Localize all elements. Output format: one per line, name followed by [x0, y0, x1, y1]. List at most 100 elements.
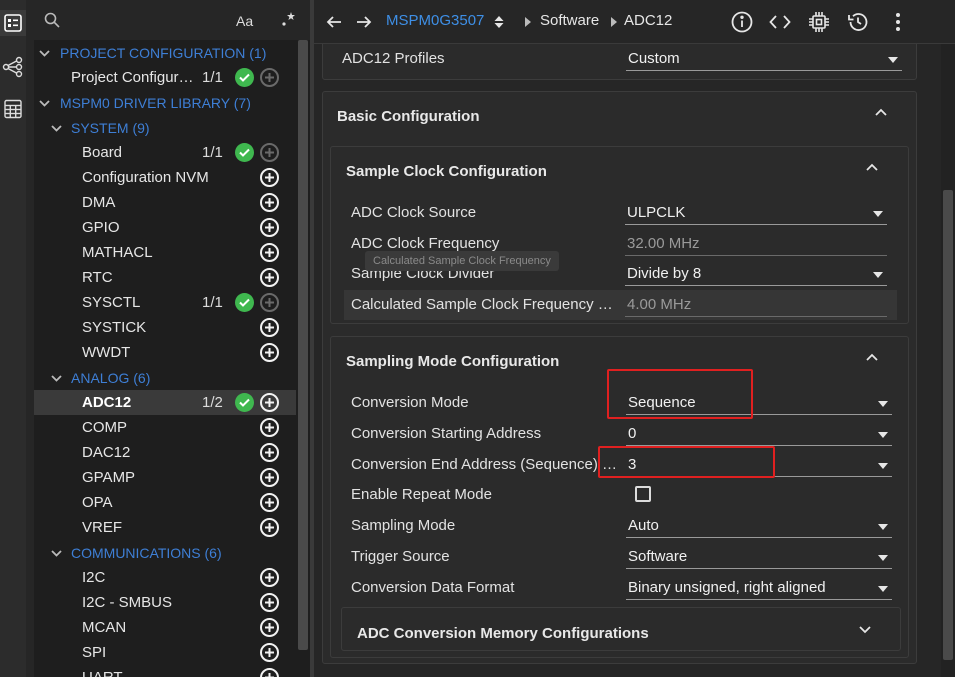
tree-item-i2c[interactable]: I2C: [34, 565, 296, 590]
tree-item-wwdt[interactable]: WWDT: [34, 340, 296, 365]
tree-category-communications-6[interactable]: COMMUNICATIONS (6): [34, 540, 296, 565]
back-arrow-icon[interactable]: [322, 10, 346, 34]
history-icon[interactable]: [846, 10, 870, 34]
tree-item-comp[interactable]: COMP: [34, 415, 296, 440]
sort-updown-icon[interactable]: [492, 10, 506, 34]
add-circle-icon[interactable]: [260, 618, 279, 637]
basic-config-title: Basic Configuration: [337, 108, 480, 125]
calculator-icon[interactable]: [0, 96, 26, 122]
add-circle-icon[interactable]: [260, 193, 279, 212]
tree-item-project-configur[interactable]: Project Configur… 1/1: [34, 65, 296, 90]
sample-clock-divider-dropdown[interactable]: Divide by 8: [625, 262, 887, 286]
tree-item-systick[interactable]: SYSTICK: [34, 315, 296, 340]
main-scrollbar-thumb[interactable]: [943, 190, 953, 660]
match-case-button[interactable]: Aa: [236, 13, 253, 29]
add-circle-icon[interactable]: [260, 268, 279, 287]
tree-item-board[interactable]: Board 1/1: [34, 140, 296, 165]
conversion-data-format-dropdown[interactable]: Binary unsigned, right aligned: [626, 576, 892, 600]
add-circle-icon[interactable]: [260, 568, 279, 587]
breadcrumb-software[interactable]: Software: [540, 12, 599, 29]
profiles-label: ADC12 Profiles: [342, 50, 445, 67]
add-circle-icon[interactable]: [260, 168, 279, 187]
tree-item-label: SYSTICK: [82, 319, 147, 336]
top-toolbar: MSPM0G3507 Software ADC12: [314, 0, 955, 44]
add-circle-icon[interactable]: [260, 468, 279, 487]
conversion-start-address-label: Conversion Starting Address: [351, 425, 542, 442]
device-selector[interactable]: MSPM0G3507: [386, 12, 484, 29]
add-circle-icon[interactable]: [260, 143, 279, 162]
activity-bar: [0, 0, 26, 677]
expand-chevron-icon[interactable]: [38, 97, 50, 109]
add-circle-icon[interactable]: [260, 443, 279, 462]
add-circle-icon[interactable]: [260, 343, 279, 362]
more-vertical-icon[interactable]: [886, 10, 910, 34]
instance-count: 1/2: [202, 394, 223, 411]
config-content: ADC12 Profiles Custom Basic Configuratio…: [314, 44, 941, 677]
add-circle-icon[interactable]: [260, 318, 279, 337]
expand-chevron-icon[interactable]: [858, 623, 872, 637]
add-circle-icon[interactable]: [260, 518, 279, 537]
tree-item-rtc[interactable]: RTC: [34, 265, 296, 290]
tree-item-adc12[interactable]: ADC12 1/2: [34, 390, 296, 415]
add-circle-icon[interactable]: [260, 218, 279, 237]
tree-item-label: PROJECT CONFIGURATION (1): [60, 45, 267, 61]
trigger-source-dropdown[interactable]: Software: [626, 545, 892, 569]
tree-item-dma[interactable]: DMA: [34, 190, 296, 215]
tree-item-spi[interactable]: SPI: [34, 640, 296, 665]
chip-icon[interactable]: [807, 10, 831, 34]
add-circle-icon[interactable]: [260, 493, 279, 512]
tree-item-mathacl[interactable]: MATHACL: [34, 240, 296, 265]
repeat-mode-checkbox[interactable]: [635, 486, 651, 502]
add-circle-icon[interactable]: [260, 668, 279, 677]
search-icon[interactable]: [44, 12, 60, 33]
add-circle-icon[interactable]: [260, 68, 279, 87]
forward-arrow-icon[interactable]: [352, 10, 376, 34]
expand-chevron-icon[interactable]: [50, 372, 62, 384]
tree-item-configuration-nvm[interactable]: Configuration NVM: [34, 165, 296, 190]
tree-category-system-9[interactable]: SYSTEM (9): [34, 115, 296, 140]
breadcrumb-adc12[interactable]: ADC12: [624, 12, 672, 29]
tree-item-i2c-smbus[interactable]: I2C - SMBUS: [34, 590, 296, 615]
conversion-start-address-dropdown[interactable]: 0: [626, 422, 892, 446]
filter-icon[interactable]: [280, 10, 298, 33]
tree-category-analog-6[interactable]: ANALOG (6): [34, 365, 296, 390]
highlight-box-end-address: [598, 446, 775, 478]
collapse-chevron-icon[interactable]: [865, 350, 879, 364]
add-circle-icon[interactable]: [260, 418, 279, 437]
adc-clock-source-dropdown[interactable]: ULPCLK: [625, 201, 887, 225]
configuration-view-icon[interactable]: [0, 10, 26, 36]
collapse-chevron-icon[interactable]: [874, 105, 888, 119]
expand-chevron-icon[interactable]: [50, 122, 62, 134]
tree-category-project-configuration-1[interactable]: PROJECT CONFIGURATION (1): [34, 40, 296, 65]
add-circle-icon[interactable]: [260, 643, 279, 662]
tree-item-opa[interactable]: OPA: [34, 490, 296, 515]
network-diagram-icon[interactable]: [0, 54, 26, 80]
code-view-icon[interactable]: [768, 10, 792, 34]
expand-chevron-icon[interactable]: [50, 547, 62, 559]
tree-item-label: Board: [82, 144, 123, 161]
tree-item-gpio[interactable]: GPIO: [34, 215, 296, 240]
sidebar-scrollbar[interactable]: [298, 40, 308, 650]
tree-item-sysctl[interactable]: SYSCTL 1/1: [34, 290, 296, 315]
tree-item-vref[interactable]: VREF: [34, 515, 296, 540]
tree-item-label: SYSTEM (9): [71, 120, 150, 136]
collapse-chevron-icon[interactable]: [865, 160, 879, 174]
dropdown-arrow-icon: [873, 211, 883, 217]
add-circle-icon[interactable]: [260, 243, 279, 262]
tree-item-uart[interactable]: UART: [34, 665, 296, 677]
add-circle-icon[interactable]: [260, 393, 279, 412]
tree-item-dac12[interactable]: DAC12: [34, 440, 296, 465]
tree-item-label: VREF: [82, 519, 123, 536]
sampling-mode-dropdown[interactable]: Auto: [626, 514, 892, 538]
profiles-dropdown[interactable]: Custom: [626, 47, 902, 71]
tree-item-mcan[interactable]: MCAN: [34, 615, 296, 640]
add-circle-icon[interactable]: [260, 593, 279, 612]
sample-clock-divider-value: Divide by 8: [627, 265, 702, 282]
expand-chevron-icon[interactable]: [38, 47, 50, 59]
tree-item-gpamp[interactable]: GPAMP: [34, 465, 296, 490]
main-panel: MSPM0G3507 Software ADC12 ADC12 Profiles…: [314, 0, 955, 677]
info-icon[interactable]: [730, 10, 754, 34]
add-circle-icon[interactable]: [260, 293, 279, 312]
check-circle-icon: [235, 293, 254, 312]
tree-category-mspm0-driver-library-7[interactable]: MSPM0 DRIVER LIBRARY (7): [34, 90, 296, 115]
